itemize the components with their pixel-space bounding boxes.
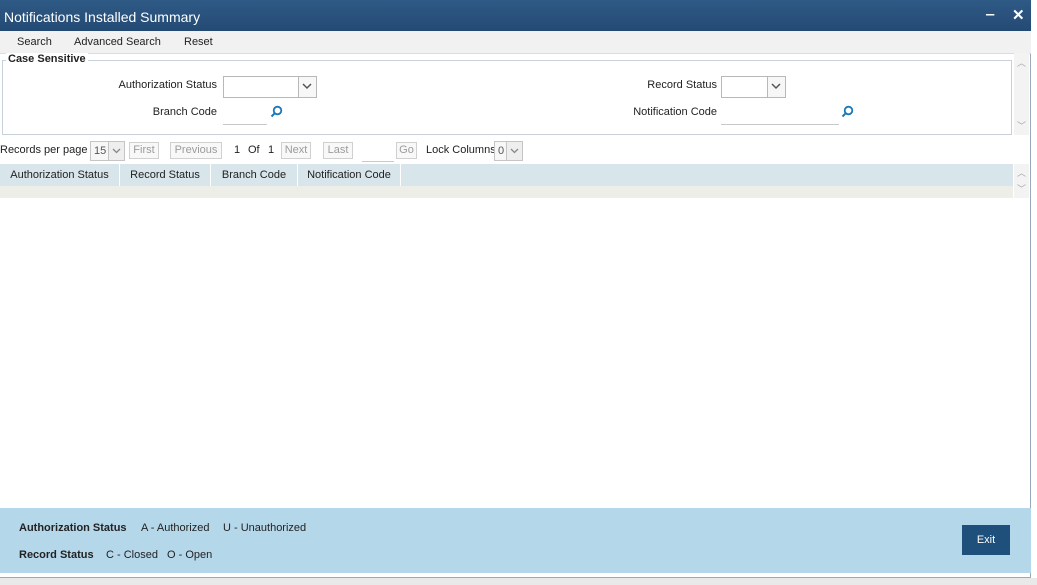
chevron-down-icon[interactable] [108,142,124,160]
branch-code-input[interactable] [223,102,267,125]
first-page-button[interactable]: First [129,142,159,159]
record-status-select[interactable] [721,76,786,98]
advanced-search-button[interactable]: Advanced Search [74,36,161,48]
search-criteria-panel [2,60,1012,135]
close-icon[interactable]: ✕ [1012,6,1025,24]
branch-code-label: Branch Code [152,106,217,118]
legend-authorization-status-key: Authorization Status [19,522,127,534]
column-header-record-status[interactable]: Record Status [120,164,211,186]
bottom-divider [0,578,1037,585]
legend-closed: C - Closed [106,549,158,561]
legend-authorized: A - Authorized [141,522,210,534]
lock-columns-value: 0 [498,145,505,157]
scroll-up-icon[interactable]: ︿ [1017,56,1026,69]
pagination-bar: Records per page 15 First Previous 1 Of … [0,140,1031,162]
lock-columns-select[interactable]: 0 [494,141,523,161]
toolbar: Search Advanced Search Reset [0,31,1031,54]
column-header-branch-code[interactable]: Branch Code [211,164,298,186]
legend-open: O - Open [167,549,213,561]
case-sensitive-legend: Case Sensitive [6,53,88,65]
records-per-page-value: 15 [94,145,107,157]
branch-code-search-icon[interactable] [270,105,283,121]
grid-header: Authorization Status Record Status Branc… [0,164,1013,186]
legend-record-status-key: Record Status [19,549,94,561]
title-bar: Notifications Installed Summary ‒ ✕ [0,0,1031,31]
go-button[interactable]: Go [396,142,417,159]
current-page: 1 [234,144,241,156]
record-status-label: Record Status [647,79,717,91]
notification-code-label: Notification Code [633,106,717,118]
records-per-page-label: Records per page [0,144,88,156]
status-legend-bar: Authorization Status A - Authorized U - … [0,508,1031,573]
reset-button[interactable]: Reset [184,36,213,48]
column-header-authorization-status[interactable]: Authorization Status [0,164,120,186]
notification-code-input[interactable] [721,102,839,125]
column-header-notification-code[interactable]: Notification Code [298,164,401,186]
previous-page-button[interactable]: Previous [170,142,222,159]
records-per-page-select[interactable]: 15 [90,141,125,161]
criteria-scrollbar[interactable]: ︿ ﹀ [1014,53,1029,135]
chevron-down-icon[interactable] [506,142,522,160]
chevron-down-icon[interactable] [298,77,316,97]
window-title: Notifications Installed Summary [4,9,201,25]
grid-scrollbar[interactable]: ︿ ﹀ [1014,164,1029,198]
legend-unauthorized: U - Unauthorized [223,522,307,534]
table-row [0,186,1013,198]
scroll-down-icon[interactable]: ﹀ [1017,182,1026,195]
chevron-down-icon[interactable] [767,77,785,97]
summary-window: Notifications Installed Summary ‒ ✕ Sear… [0,0,1031,578]
goto-page-input[interactable] [362,142,394,162]
authorization-status-label: Authorization Status [118,79,217,91]
exit-button[interactable]: Exit [962,525,1010,555]
scroll-up-icon[interactable]: ︿ [1017,166,1026,179]
scroll-down-icon[interactable]: ﹀ [1017,119,1026,132]
next-page-button[interactable]: Next [281,142,311,159]
lock-columns-label: Lock Columns [426,144,496,156]
minimize-icon[interactable]: ‒ [986,6,994,23]
authorization-status-select[interactable] [223,76,317,98]
notification-code-search-icon[interactable] [841,105,854,121]
search-button[interactable]: Search [17,36,52,48]
results-grid: Authorization Status Record Status Branc… [0,164,1013,198]
last-page-button[interactable]: Last [323,142,353,159]
total-pages: 1 [268,144,275,156]
of-label: Of [248,144,260,156]
